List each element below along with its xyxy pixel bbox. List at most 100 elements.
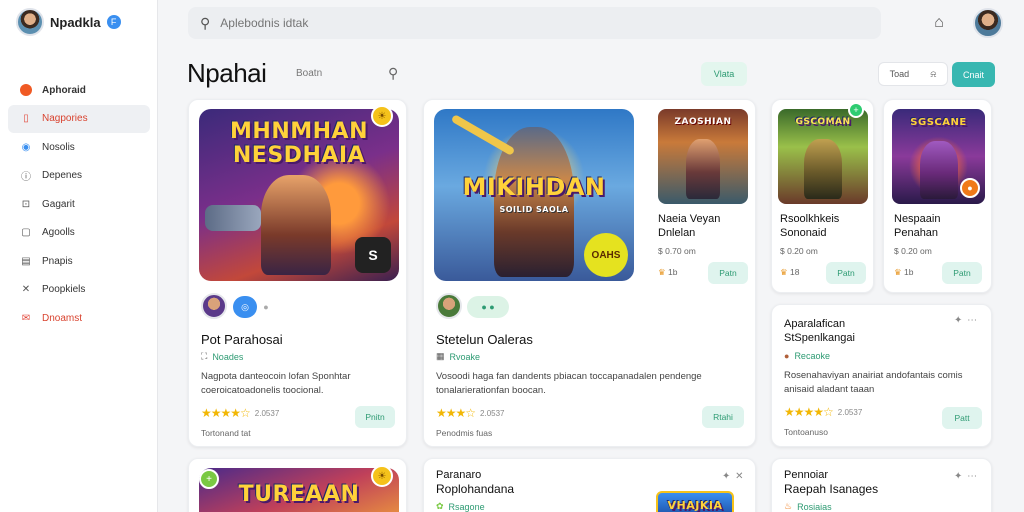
artwork-title: MIKIHDAN: [462, 173, 606, 201]
more-options-icon[interactable]: ✦ ✕: [722, 471, 745, 482]
artwork-title: TUREAAN: [238, 482, 360, 507]
info-icon: ⓘ: [21, 172, 31, 183]
title-line: Naeia Veyan: [658, 213, 721, 225]
play-button[interactable]: Rtahi: [702, 406, 744, 428]
game-title[interactable]: Rsoolkhkeis Sononaid: [780, 212, 839, 240]
genre-tag[interactable]: ✿ Rsagone: [436, 501, 485, 512]
game-card-featured[interactable]: MIKIHDAN SOILID SAOLA OAHS ● ● Stetelun …: [423, 99, 756, 447]
tag-icon: ⛶: [201, 351, 208, 361]
game-artwork[interactable]: MHNMHAN NESDHAIA S: [199, 109, 399, 281]
dot-icon: ●: [263, 302, 269, 312]
brand[interactable]: Npadkla F: [16, 8, 121, 36]
genre-tag[interactable]: ♨ Rosiaias: [784, 501, 832, 512]
primary-button[interactable]: Cnait: [952, 62, 995, 87]
game-artwork[interactable]: ZAOSHIAN: [658, 109, 748, 204]
hero-figure: [920, 141, 958, 199]
sidebar-item-pnapis[interactable]: ▤ Pnapis: [8, 247, 150, 275]
game-description: Vosoodi haga fan dandents pbiacan toccap…: [436, 371, 702, 396]
sidebar-item-dnoamst[interactable]: ✉ Dnoamst: [8, 304, 150, 332]
title-line: Dnlelan: [658, 227, 696, 239]
title-line: Roplohandana: [436, 482, 515, 496]
mini-game-card[interactable]: SGSCANE ● Nespaain Penahan $ 0.20 om ♛ 1b…: [883, 99, 992, 293]
page-subtitle: Boatn: [296, 68, 323, 79]
game-artwork[interactable]: MIKIHDAN SOILID SAOLA OAHS: [434, 109, 634, 281]
genre-tag[interactable]: ▦ Rvoake: [436, 351, 480, 362]
genre-tag[interactable]: ● Recaoke: [784, 351, 830, 361]
segment-control[interactable]: Toad ⍾: [878, 62, 948, 86]
game-card[interactable]: TUREAAN + ☀: [188, 458, 407, 512]
mini-game-card[interactable]: GSCOMAN + Rsoolkhkeis Sononaid $ 0.20 om …: [771, 99, 874, 293]
stat-count-value: 18: [790, 267, 800, 277]
play-button[interactable]: Patn: [942, 262, 982, 284]
play-button[interactable]: Patt: [942, 407, 982, 429]
title-line: StSpenlkangai: [784, 332, 855, 344]
sidebar-item-agoolls[interactable]: ▢ Agoolls: [8, 219, 150, 247]
more-options-icon[interactable]: ✦ ⋯: [954, 471, 978, 482]
game-meta: Tontoanuso: [784, 427, 828, 437]
sidebar: Npadkla F Aphoraid ▯ Nagpories ◉ Nosolis…: [0, 0, 158, 512]
play-button[interactable]: Patn: [708, 262, 748, 284]
play-button[interactable]: Patn: [826, 262, 866, 284]
bell-icon[interactable]: ⍾: [930, 69, 936, 80]
game-card[interactable]: MHNMHAN NESDHAIA S ☀ ◎ ● Pot Parahosai ⛶…: [188, 99, 407, 447]
sidebar-item-gagarit[interactable]: ⊡ Gagarit: [8, 190, 150, 218]
rating-stars: ★★★★☆ 2.0537: [784, 405, 863, 419]
rating-stars: ★★★★☆ 2.0537: [201, 406, 280, 420]
verified-icon: F: [106, 15, 121, 29]
sidebar-item-nosolis[interactable]: ◉ Nosolis: [8, 133, 150, 161]
mail-icon: ✉: [21, 312, 31, 324]
rating-count: 2.0537: [254, 408, 280, 418]
game-artwork[interactable]: TUREAAN: [199, 468, 399, 512]
hero-figure: [804, 139, 842, 199]
toggle-chip[interactable]: ● ●: [467, 296, 509, 318]
stat-count-value: 1b: [668, 267, 678, 277]
game-title[interactable]: Aparalafican StSpenlkangai: [784, 317, 855, 345]
mini-game-card[interactable]: ZAOSHIAN Naeia Veyan Dnlelan $ 0.70 om ♛ …: [650, 100, 755, 300]
game-card[interactable]: Pennoiar Raepah Isanages ♨ Rosiaias ✦ ⋯: [771, 458, 992, 512]
search-bar[interactable]: ⚲: [188, 7, 881, 39]
home-icon[interactable]: ⌂: [928, 12, 950, 34]
game-title[interactable]: Pot Parahosai: [201, 332, 283, 347]
sidebar-item-label: Dnoamst: [42, 312, 83, 324]
artwork-subtitle: SOILID SAOLA: [499, 205, 569, 214]
share-icon[interactable]: ◎: [233, 296, 257, 318]
sidebar-nav: Aphoraid ▯ Nagpories ◉ Nosolis ⓘ Depenes…: [8, 76, 150, 333]
segment-label[interactable]: Toad: [890, 69, 910, 79]
page-icon: ▢: [21, 227, 31, 238]
more-options-icon[interactable]: ✦ ⋯: [954, 315, 978, 326]
play-button[interactable]: Pnitn: [355, 406, 395, 428]
game-title[interactable]: Paranaro Roplohandana: [436, 468, 514, 497]
title-line: Nespaain: [894, 213, 941, 225]
leaf-icon: ✿: [436, 501, 444, 511]
stat-count-value: 1b: [904, 267, 914, 277]
genre-label: Noades: [212, 351, 244, 362]
game-title[interactable]: Pennoiar Raepah Isanages: [784, 468, 878, 497]
game-title[interactable]: Stetelun Oaleras: [436, 332, 533, 347]
sidebar-item-aphoraid[interactable]: Aphoraid: [8, 76, 150, 104]
sidebar-item-label: Pnapis: [42, 255, 73, 267]
user-avatar[interactable]: [973, 8, 1003, 38]
tools-icon: ✕: [21, 284, 31, 295]
game-artwork[interactable]: GSCOMAN: [778, 109, 868, 204]
filter-chip[interactable]: Vlata: [701, 62, 747, 86]
avatar: [201, 293, 227, 319]
sidebar-item-poopkiels[interactable]: ✕ Poopkiels: [8, 276, 150, 304]
title-line: Pennoiar: [784, 469, 829, 481]
search-icon[interactable]: ⚲: [388, 65, 398, 82]
genre-tag[interactable]: ⛶ Noades: [201, 351, 243, 362]
title-line: Aparalafican: [784, 318, 846, 330]
search-icon: ⚲: [200, 14, 211, 31]
star-badge-icon: ☀: [371, 105, 393, 127]
art-logo-badge: S: [355, 237, 391, 273]
sidebar-item-depenes[interactable]: ⓘ Depenes: [8, 162, 150, 190]
game-title[interactable]: Naeia Veyan Dnlelan: [658, 212, 720, 240]
genre-label: Rsagone: [448, 501, 485, 512]
sidebar-item-nagpories[interactable]: ▯ Nagpories: [8, 104, 150, 133]
search-input[interactable]: [220, 16, 821, 30]
game-card[interactable]: Aparalafican StSpenlkangai ✦ ⋯ ● Recaoke R…: [771, 304, 992, 447]
game-title[interactable]: Nespaain Penahan: [894, 212, 940, 240]
sidebar-item-label: Aphoraid: [42, 84, 86, 96]
app-icon: [20, 84, 32, 96]
game-card[interactable]: Paranaro Roplohandana ✿ Rsagone ✦ ✕ VHAJKI…: [423, 458, 756, 512]
game-meta: Tortonand tat: [201, 428, 251, 438]
